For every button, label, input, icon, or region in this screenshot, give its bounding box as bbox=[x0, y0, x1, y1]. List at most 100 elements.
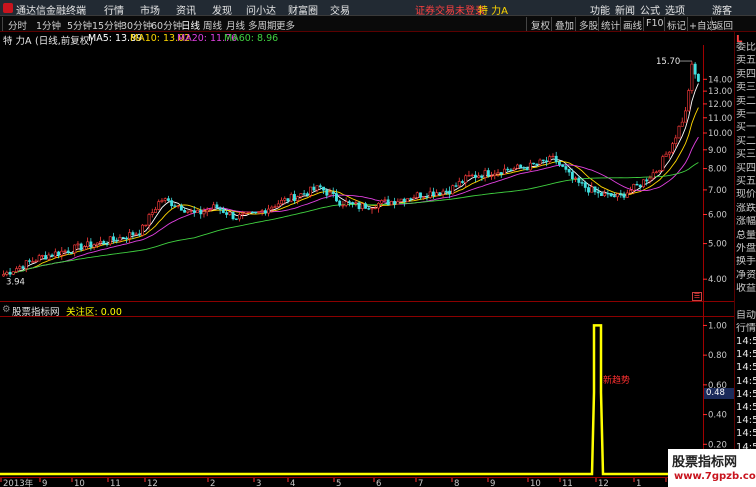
candle-down bbox=[192, 210, 196, 213]
candle-down bbox=[364, 203, 367, 209]
candle-down bbox=[112, 236, 115, 241]
kline-chart[interactable]: 4.005.006.007.008.009.0010.0011.0012.001… bbox=[0, 0, 734, 487]
candle-up bbox=[280, 199, 283, 205]
candle-down bbox=[554, 155, 558, 163]
time-tick-label: 1 bbox=[636, 479, 641, 487]
time-tick-label: 9 bbox=[42, 479, 47, 487]
candle-up bbox=[5, 271, 9, 275]
candle-down bbox=[293, 194, 296, 202]
candle-up bbox=[176, 205, 180, 207]
candle-up bbox=[360, 203, 364, 209]
candle-up bbox=[189, 210, 193, 212]
candle-up bbox=[464, 175, 468, 183]
candle-down bbox=[28, 260, 31, 262]
side-quote-label: 买四 bbox=[736, 162, 756, 174]
candle-down bbox=[21, 266, 25, 269]
candle-down bbox=[461, 181, 464, 183]
candle-up bbox=[503, 168, 506, 175]
high-price-label: 15.70 bbox=[656, 57, 680, 67]
candle-up bbox=[2, 274, 6, 277]
candle-up bbox=[551, 155, 555, 158]
side-quote-label: 卖三 bbox=[736, 82, 756, 94]
candle-down bbox=[545, 160, 548, 162]
candle-down bbox=[254, 211, 258, 214]
candle-up bbox=[467, 175, 471, 177]
candle-up bbox=[247, 211, 251, 214]
candle-down bbox=[121, 236, 125, 239]
price-tick-label: 7.00 bbox=[708, 186, 727, 196]
indicator-tick-label: 0.80 bbox=[708, 351, 727, 361]
candle-down bbox=[535, 163, 539, 166]
candle-down bbox=[318, 185, 322, 188]
candle-up bbox=[412, 197, 416, 200]
candle-down bbox=[480, 175, 484, 178]
candle-up bbox=[160, 200, 164, 202]
watermark-title: 股票指标网 bbox=[672, 455, 738, 470]
candle-up bbox=[37, 255, 41, 262]
side-quote-label: 卖一 bbox=[736, 109, 756, 120]
time-tick-label: 11 bbox=[110, 479, 121, 487]
candle-up bbox=[373, 207, 377, 210]
side-quote-label: 买三 bbox=[736, 149, 756, 161]
candle-down bbox=[302, 193, 306, 195]
candle-up bbox=[208, 208, 212, 211]
candle-down bbox=[57, 251, 60, 256]
candle-down bbox=[606, 192, 610, 195]
candle-up bbox=[616, 193, 620, 198]
candle-down bbox=[367, 208, 371, 210]
candle-down bbox=[619, 193, 623, 195]
candle-down bbox=[331, 191, 335, 194]
candle-up bbox=[661, 156, 665, 171]
candle-down bbox=[179, 205, 183, 211]
candle-up bbox=[53, 251, 57, 257]
candle-down bbox=[564, 166, 568, 170]
candle-down bbox=[79, 243, 83, 251]
candle-up bbox=[354, 202, 358, 204]
side-quote-label: 收益 bbox=[736, 283, 756, 295]
candle-up bbox=[399, 198, 403, 202]
candle-down bbox=[486, 170, 490, 177]
candle-down bbox=[50, 254, 54, 257]
side-tick-time: 14:56 bbox=[736, 375, 756, 387]
time-tick-label: 9 bbox=[490, 479, 495, 487]
candle-down bbox=[596, 191, 600, 194]
candle-down bbox=[251, 211, 254, 214]
candle-up bbox=[574, 177, 578, 180]
candle-up bbox=[18, 266, 22, 269]
candle-up bbox=[548, 156, 552, 162]
candle-down bbox=[8, 271, 12, 275]
candle-up bbox=[603, 192, 607, 196]
candle-up bbox=[73, 244, 77, 254]
side-quote-label: 买二 bbox=[736, 135, 756, 147]
candle-up bbox=[205, 209, 209, 213]
candle-down bbox=[305, 193, 309, 196]
candle-down bbox=[638, 184, 642, 188]
candle-up bbox=[370, 207, 374, 210]
candle-up bbox=[128, 232, 132, 239]
side-tick-time: 14:56 bbox=[736, 349, 756, 361]
candle-up bbox=[344, 201, 348, 206]
time-tick-label: 2013年 bbox=[3, 478, 34, 487]
time-tick-label: 3 bbox=[256, 479, 261, 487]
watermark-logo: 股票指标网 www.7gpzb.com bbox=[668, 449, 756, 487]
candle-down bbox=[173, 205, 177, 207]
candle-up bbox=[515, 164, 519, 169]
candle-up bbox=[108, 236, 112, 245]
candle-up bbox=[654, 171, 658, 174]
price-tick-label: 14.00 bbox=[708, 75, 732, 85]
candle-down bbox=[325, 189, 329, 196]
candle-down bbox=[66, 250, 70, 253]
side-mode-label: 行情 bbox=[736, 323, 756, 334]
candle-down bbox=[693, 63, 697, 75]
indicator-text-label: 新趋势 bbox=[603, 374, 630, 386]
candle-up bbox=[625, 192, 629, 198]
candle-up bbox=[490, 175, 494, 177]
time-tick-label: 5 bbox=[336, 479, 341, 487]
candle-down bbox=[263, 210, 267, 214]
candle-down bbox=[431, 191, 435, 197]
candle-down bbox=[612, 195, 616, 198]
axis-settings-icon[interactable]: ☰ bbox=[692, 292, 702, 301]
candle-down bbox=[409, 198, 413, 200]
candle-up bbox=[154, 209, 157, 213]
candle-down bbox=[532, 162, 536, 165]
